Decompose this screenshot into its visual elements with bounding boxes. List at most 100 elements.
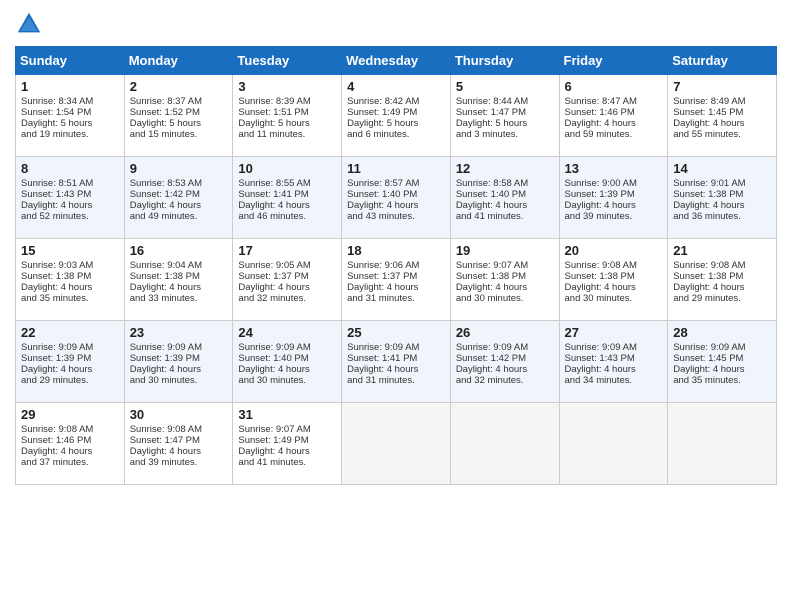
day-number: 23 [130, 325, 228, 340]
day-info-line: Sunrise: 9:09 AM [21, 342, 119, 353]
calendar-cell: 15Sunrise: 9:03 AMSunset: 1:38 PMDayligh… [16, 239, 125, 321]
day-info-line: Daylight: 5 hours [456, 118, 554, 129]
day-info-line: and 46 minutes. [238, 211, 336, 222]
day-info-line: Sunset: 1:38 PM [456, 271, 554, 282]
day-info-line: Sunset: 1:43 PM [21, 189, 119, 200]
day-number: 12 [456, 161, 554, 176]
calendar-cell [450, 403, 559, 485]
day-info-line: and 6 minutes. [347, 129, 445, 140]
day-info-line: Sunset: 1:40 PM [456, 189, 554, 200]
col-header-wednesday: Wednesday [342, 47, 451, 75]
day-info-line: Sunrise: 9:06 AM [347, 260, 445, 271]
day-info-line: Sunset: 1:47 PM [130, 435, 228, 446]
calendar-cell [342, 403, 451, 485]
day-info-line: Daylight: 4 hours [130, 446, 228, 457]
day-number: 19 [456, 243, 554, 258]
day-info-line: Sunset: 1:52 PM [130, 107, 228, 118]
day-info-line: and 49 minutes. [130, 211, 228, 222]
day-info-line: Daylight: 4 hours [21, 364, 119, 375]
day-info-line: Sunrise: 9:07 AM [456, 260, 554, 271]
day-info-line: Sunrise: 8:49 AM [673, 96, 771, 107]
day-info-line: Sunrise: 9:09 AM [673, 342, 771, 353]
week-row-4: 22Sunrise: 9:09 AMSunset: 1:39 PMDayligh… [16, 321, 777, 403]
day-info-line: and 59 minutes. [565, 129, 663, 140]
calendar-cell [668, 403, 777, 485]
day-info-line: Daylight: 4 hours [456, 200, 554, 211]
day-info-line: Sunrise: 8:42 AM [347, 96, 445, 107]
day-info-line: Sunset: 1:42 PM [130, 189, 228, 200]
day-info-line: Sunset: 1:40 PM [347, 189, 445, 200]
day-info-line: and 29 minutes. [673, 293, 771, 304]
day-info-line: Daylight: 4 hours [673, 200, 771, 211]
calendar-cell: 7Sunrise: 8:49 AMSunset: 1:45 PMDaylight… [668, 75, 777, 157]
day-info-line: Daylight: 4 hours [673, 364, 771, 375]
calendar-cell: 23Sunrise: 9:09 AMSunset: 1:39 PMDayligh… [124, 321, 233, 403]
day-info-line: and 39 minutes. [565, 211, 663, 222]
day-info-line: Sunrise: 9:05 AM [238, 260, 336, 271]
day-info-line: Sunrise: 9:08 AM [21, 424, 119, 435]
day-info-line: Sunset: 1:43 PM [565, 353, 663, 364]
calendar-cell: 1Sunrise: 8:34 AMSunset: 1:54 PMDaylight… [16, 75, 125, 157]
day-info-line: Sunrise: 9:09 AM [347, 342, 445, 353]
day-number: 21 [673, 243, 771, 258]
header-row: SundayMondayTuesdayWednesdayThursdayFrid… [16, 47, 777, 75]
day-info-line: and 55 minutes. [673, 129, 771, 140]
day-info-line: Sunrise: 9:09 AM [565, 342, 663, 353]
day-info-line: Sunrise: 9:09 AM [238, 342, 336, 353]
day-info-line: Sunset: 1:51 PM [238, 107, 336, 118]
calendar-cell: 9 Sunrise: 8:53 AMSunset: 1:42 PMDaylight… [124, 157, 233, 239]
day-info-line: Sunrise: 8:44 AM [456, 96, 554, 107]
day-info-line: Daylight: 4 hours [456, 282, 554, 293]
day-info-line: Daylight: 4 hours [21, 282, 119, 293]
day-info-line: Sunset: 1:49 PM [347, 107, 445, 118]
day-number: 20 [565, 243, 663, 258]
day-info-line: Daylight: 4 hours [456, 364, 554, 375]
day-info-line: Sunset: 1:42 PM [456, 353, 554, 364]
day-info-line: and 39 minutes. [130, 457, 228, 468]
day-info-line: Daylight: 4 hours [21, 446, 119, 457]
day-info-line: and 41 minutes. [456, 211, 554, 222]
day-info-line: and 35 minutes. [21, 293, 119, 304]
calendar-cell: 21 Sunrise: 9:08 AMSunset: 1:38 PMDayligh… [668, 239, 777, 321]
day-info-line: Sunrise: 9:07 AM [238, 424, 336, 435]
calendar-cell: 6Sunrise: 8:47 AMSunset: 1:46 PMDaylight… [559, 75, 668, 157]
calendar-table: SundayMondayTuesdayWednesdayThursdayFrid… [15, 46, 777, 485]
day-info-line: Sunrise: 8:57 AM [347, 178, 445, 189]
day-number: 11 [347, 161, 445, 176]
day-info-line: Sunrise: 8:53 AM [130, 178, 228, 189]
day-number: 8 [21, 161, 119, 176]
day-number: 24 [238, 325, 336, 340]
day-info-line: Sunrise: 9:08 AM [673, 260, 771, 271]
day-info-line: Daylight: 5 hours [238, 118, 336, 129]
day-info-line: and 34 minutes. [565, 375, 663, 386]
calendar-cell: 12Sunrise: 8:58 AMSunset: 1:40 PMDayligh… [450, 157, 559, 239]
day-info-line: Sunrise: 8:39 AM [238, 96, 336, 107]
day-info-line: Sunset: 1:38 PM [565, 271, 663, 282]
day-info-line: Sunrise: 8:51 AM [21, 178, 119, 189]
col-header-saturday: Saturday [668, 47, 777, 75]
day-info-line: and 36 minutes. [673, 211, 771, 222]
day-info-line: Sunrise: 9:09 AM [130, 342, 228, 353]
day-number: 3 [238, 79, 336, 94]
day-info-line: Sunset: 1:38 PM [673, 271, 771, 282]
day-number: 1 [21, 79, 119, 94]
day-info-line: and 32 minutes. [456, 375, 554, 386]
day-info-line: Daylight: 4 hours [238, 446, 336, 457]
day-info-line: Daylight: 4 hours [130, 200, 228, 211]
day-info-line: Sunset: 1:41 PM [238, 189, 336, 200]
day-info-line: Daylight: 4 hours [673, 118, 771, 129]
day-info-line: and 19 minutes. [21, 129, 119, 140]
day-info-line: Sunset: 1:45 PM [673, 107, 771, 118]
calendar-cell: 13Sunrise: 9:00 AMSunset: 1:39 PMDayligh… [559, 157, 668, 239]
day-info-line: Sunrise: 9:09 AM [456, 342, 554, 353]
day-info-line: and 15 minutes. [130, 129, 228, 140]
day-info-line: Sunset: 1:46 PM [565, 107, 663, 118]
day-number: 9 [130, 161, 228, 176]
calendar-cell: 26Sunrise: 9:09 AMSunset: 1:42 PMDayligh… [450, 321, 559, 403]
logo [15, 10, 45, 38]
col-header-thursday: Thursday [450, 47, 559, 75]
logo-icon [15, 10, 43, 38]
day-number: 5 [456, 79, 554, 94]
day-info-line: Daylight: 4 hours [673, 282, 771, 293]
day-info-line: Sunset: 1:37 PM [238, 271, 336, 282]
